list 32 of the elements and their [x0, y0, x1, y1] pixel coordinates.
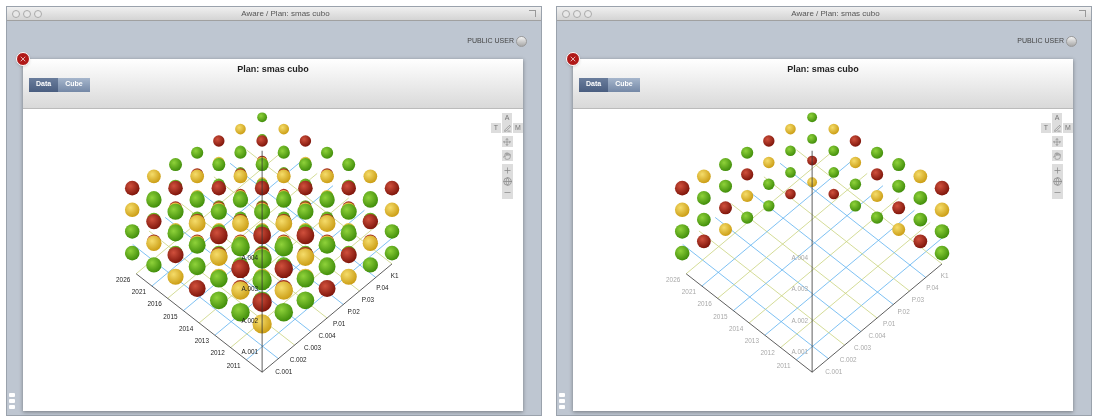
- close-icon: [19, 55, 27, 63]
- globe-button[interactable]: [1052, 177, 1062, 186]
- window-title: Aware / Plan: smas cubo: [240, 7, 331, 20]
- zoom-in-button[interactable]: [502, 166, 512, 175]
- user-menu-button[interactable]: [1066, 35, 1077, 47]
- panel-title: Plan: smas cubo: [786, 63, 860, 76]
- resize-icon[interactable]: [1079, 10, 1086, 17]
- zoom-in-icon: [502, 166, 512, 175]
- hand-button[interactable]: [501, 150, 513, 161]
- close-icon: [569, 55, 577, 63]
- user-menu-button[interactable]: [516, 35, 527, 47]
- move-icon: [503, 137, 511, 146]
- move-icon: [1053, 137, 1061, 146]
- window-title: Aware / Plan: smas cubo: [790, 7, 881, 20]
- zoom-in-button[interactable]: [1052, 166, 1062, 175]
- pen-tool-button[interactable]: [1052, 123, 1062, 133]
- pen-icon: [503, 124, 511, 132]
- globe-icon: [1052, 177, 1062, 186]
- pen-tool-button[interactable]: [502, 123, 512, 133]
- close-button[interactable]: [566, 52, 580, 66]
- pen-icon: [1053, 124, 1061, 132]
- pan-button[interactable]: [501, 136, 513, 147]
- resize-icon[interactable]: [529, 10, 536, 17]
- hand-icon: [503, 151, 511, 160]
- pan-button[interactable]: [1051, 136, 1063, 147]
- close-button[interactable]: [16, 52, 30, 66]
- globe-button[interactable]: [502, 177, 512, 186]
- panel-title: Plan: smas cubo: [236, 63, 310, 76]
- hand-icon: [1053, 151, 1061, 160]
- globe-icon: [502, 177, 512, 186]
- hand-button[interactable]: [1051, 150, 1063, 161]
- zoom-in-icon: [1052, 166, 1062, 175]
